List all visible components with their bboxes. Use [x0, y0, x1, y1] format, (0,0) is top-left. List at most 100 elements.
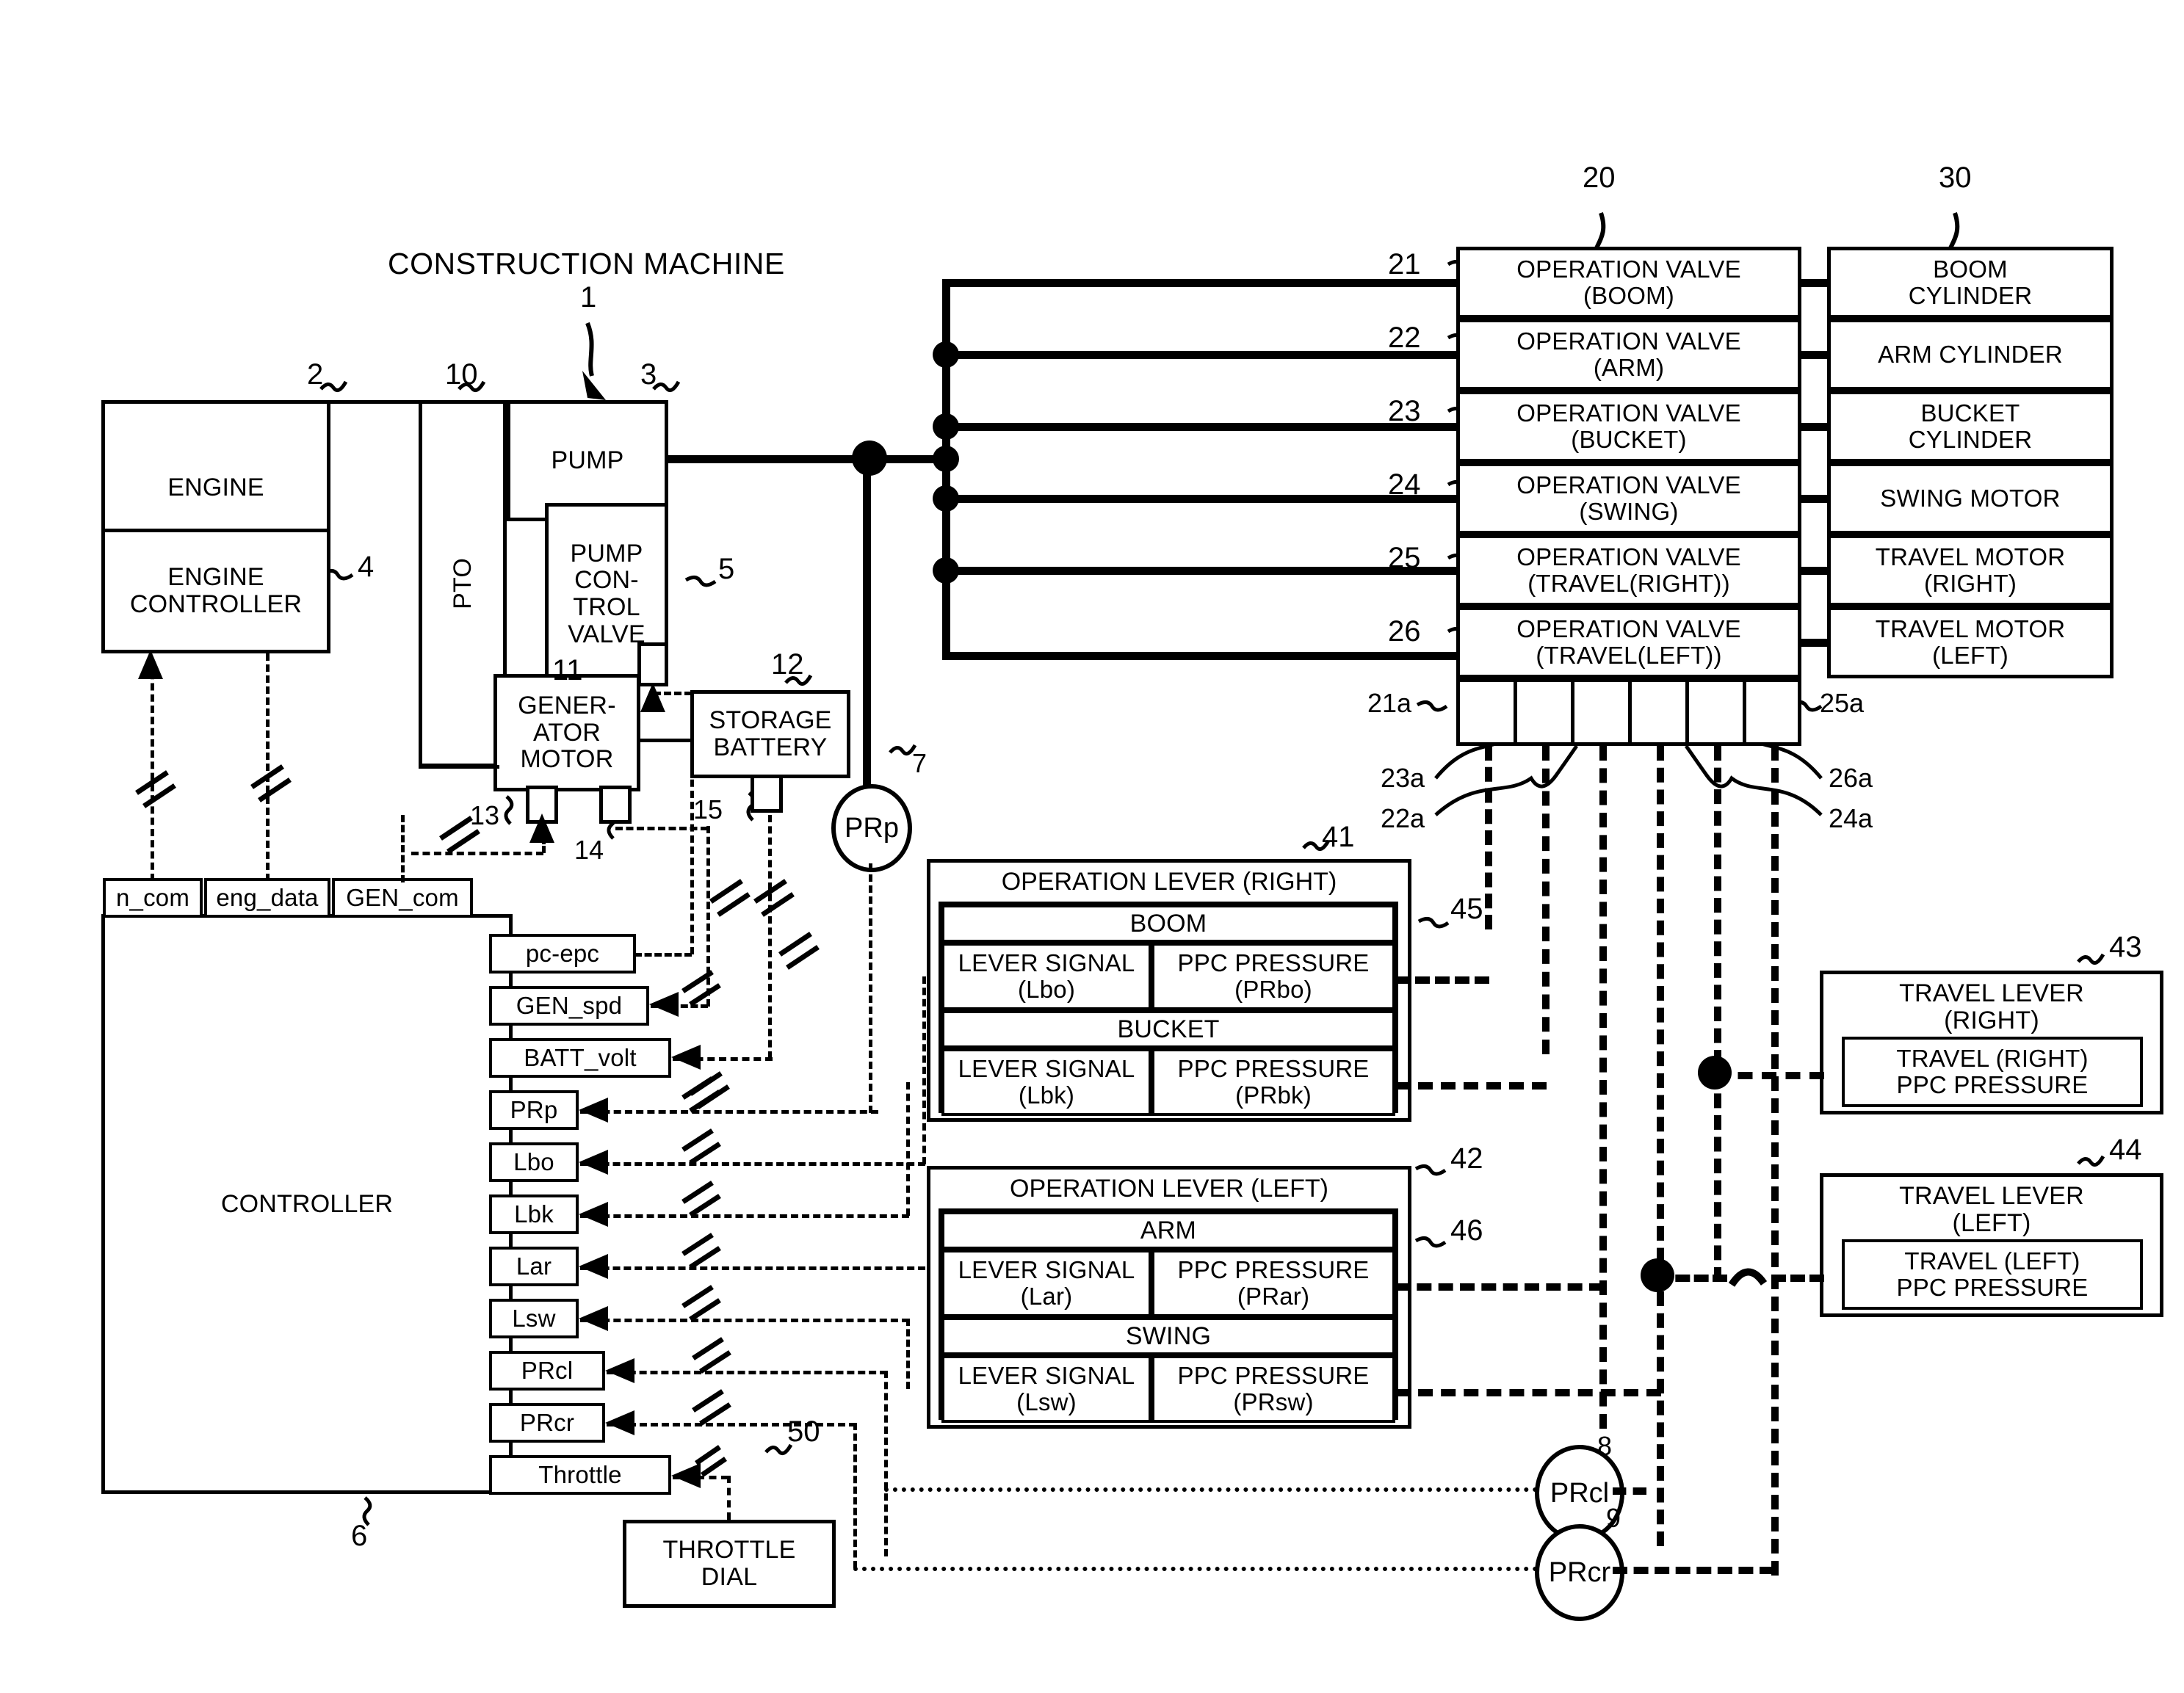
ref-43: 43: [2109, 931, 2142, 963]
controller-port-prp[interactable]: PRp: [489, 1090, 579, 1130]
bus-dot-swing: [933, 485, 959, 512]
pcv-label-line4: VALVE: [568, 620, 646, 648]
controller-port-batt_volt-label: BATT_volt: [524, 1044, 637, 1072]
sig-pcepc-h: [634, 953, 692, 957]
controller-port-batt_volt[interactable]: BATT_volt: [489, 1038, 671, 1078]
controller-port-n_com[interactable]: n_com: [103, 878, 203, 918]
pto-genmotor-join: [419, 765, 499, 769]
feed-line-bucket: [942, 423, 1460, 431]
feed-line-boom: [942, 279, 1460, 287]
controller-port-prcr[interactable]: PRcr: [489, 1403, 605, 1443]
lever-left-arm-ppc: PPC PRESSURE (PRar): [1151, 1250, 1395, 1317]
controller-port-gen_spd[interactable]: GEN_spd: [489, 986, 649, 1026]
pilot-arm-h: [1395, 1283, 1604, 1291]
pcv-label-line3: TROL: [573, 593, 640, 621]
operation-valve-swing: OPERATION VALVE (SWING): [1456, 463, 1801, 534]
throttle-dial-line1: THROTTLE: [662, 1536, 796, 1565]
valve-travel-right-line2: (TRAVEL(RIGHT)): [1527, 570, 1730, 597]
gen-motor-port-13: [526, 786, 558, 824]
valve-travel-right-line1: OPERATION VALVE: [1516, 543, 1741, 571]
conn-valve-actuator-6: [1798, 639, 1831, 647]
throttle-dial-line2: DIAL: [701, 1563, 758, 1591]
valve-arm-line1: OPERATION VALVE: [1516, 327, 1741, 355]
controller-port-eng_data[interactable]: eng_data: [204, 878, 330, 918]
controller-port-lsw[interactable]: Lsw: [489, 1299, 579, 1338]
travel-lever-right-ppc-l1: TRAVEL (RIGHT): [1896, 1045, 2089, 1073]
feed-line-arm: [942, 351, 1460, 359]
pcv-label-line1: PUMP: [570, 539, 643, 568]
pilot-prcl-h: [1613, 1487, 1646, 1495]
lever-right-bucket-ls-l2: (Lbk): [1018, 1081, 1075, 1109]
battery-line2: BATTERY: [713, 733, 828, 761]
lever-left-arm-ppc-l1: PPC PRESSURE: [1177, 1256, 1370, 1284]
controller-port-lar[interactable]: Lar: [489, 1247, 579, 1286]
conn-valve-actuator-1: [1798, 279, 1831, 287]
controller-port-lsw-label: Lsw: [512, 1305, 556, 1333]
sig-pcepc-top-h: [654, 692, 692, 695]
sig-throttle-v: [727, 1476, 731, 1520]
lever-left-swing-lever-signal: LEVER SIGNAL (Lsw): [941, 1355, 1151, 1423]
controller-port-lbk[interactable]: Lbk: [489, 1194, 579, 1234]
lever-left-swing-ppc-l2: (PRsw): [1233, 1388, 1314, 1415]
actuator-travel-right-line1: TRAVEL MOTOR: [1875, 543, 2066, 571]
sig-lsw-h: [580, 1319, 909, 1322]
controller-port-throttle[interactable]: Throttle: [489, 1455, 671, 1495]
manifold-bus-ext: [942, 650, 950, 655]
pilot-boom-h: [1395, 976, 1489, 984]
controller-port-eng_data-label: eng_data: [216, 884, 319, 912]
lever-left-swing-ppc-l1: PPC PRESSURE: [1177, 1362, 1370, 1390]
lever-right-bucket-ls-l1: LEVER SIGNAL: [958, 1055, 1135, 1083]
controller-port-prcl-label: PRcl: [521, 1357, 574, 1385]
valve-travel-left-line2: (TRAVEL(LEFT)): [1536, 642, 1722, 669]
operation-lever-right-title: OPERATION LEVER (RIGHT): [1001, 867, 1337, 896]
controller-port-prcl[interactable]: PRcl: [489, 1351, 605, 1391]
prp-label: PRp: [845, 812, 899, 844]
sig-lsw-v: [906, 1319, 910, 1389]
operation-valve-arm: OPERATION VALVE (ARM): [1456, 319, 1801, 391]
valve-bucket-line2: (BUCKET): [1571, 426, 1687, 453]
lever-left-swing-ls-l2: (Lsw): [1016, 1388, 1077, 1415]
controller-port-gen_com[interactable]: GEN_com: [332, 878, 473, 918]
ref-22a: 22a: [1381, 803, 1425, 833]
valve-boom-line1: OPERATION VALVE: [1516, 255, 1741, 283]
ref-26a: 26a: [1829, 763, 1873, 793]
port-divider-5: [1743, 680, 1746, 744]
travel-lever-left-ppc-l1: TRAVEL (LEFT): [1904, 1247, 2080, 1275]
ref-26: 26: [1388, 615, 1421, 648]
ref-24a: 24a: [1829, 803, 1873, 833]
lever-right-boom-name: BOOM: [1129, 909, 1207, 938]
ref-12: 12: [771, 648, 804, 681]
travel-lever-left-title-l2: (LEFT): [1952, 1208, 2031, 1237]
ref-20: 20: [1583, 162, 1616, 194]
prcr-sensor: PRcr: [1535, 1524, 1624, 1621]
port-divider-2: [1571, 680, 1574, 744]
actuator-travel-left-line1: TRAVEL MOTOR: [1875, 615, 2066, 643]
actuator-travel-left-line2: (LEFT): [1932, 642, 2008, 669]
pilot-travel-left-h-right: [1771, 1275, 1824, 1282]
throttle-dial-block[interactable]: THROTTLE DIAL: [623, 1520, 836, 1608]
lever-right-bucket-ppc: PPC PRESSURE (PRbk): [1151, 1048, 1395, 1116]
valve-swing-line1: OPERATION VALVE: [1516, 471, 1741, 499]
lever-right-boom-ls-l2: (Lbo): [1017, 976, 1076, 1003]
controller-port-pc-epc[interactable]: pc-epc: [489, 934, 636, 974]
actuator-bucket-line1: BUCKET: [1920, 399, 2020, 427]
pilot-bucket-h: [1395, 1082, 1547, 1090]
ref-30: 30: [1939, 162, 1972, 194]
patent-figure: CONSTRUCTION MACHINE 1 ENGINE ENGINE CON…: [0, 0, 2184, 1693]
battery-port-15: [751, 775, 783, 813]
pto-label: PTO: [448, 558, 477, 609]
sig-n_com-v: [151, 661, 154, 881]
engine-controller-label-line2: CONTROLLER: [129, 590, 303, 618]
valve-travel-left-line1: OPERATION VALVE: [1516, 615, 1741, 643]
prcr-label: PRcr: [1548, 1556, 1611, 1588]
sig-lbo-h: [580, 1162, 925, 1166]
pilot-node-travel-left: [1641, 1258, 1674, 1292]
prcl-label: PRcl: [1550, 1477, 1610, 1509]
controller-port-gen_spd-label: GEN_spd: [516, 992, 623, 1020]
controller-port-lbo[interactable]: Lbo: [489, 1142, 579, 1182]
sig-lbk-v: [906, 1082, 910, 1216]
sig-gencom-h: [411, 852, 543, 855]
ref-4: 4: [358, 551, 375, 583]
controller-port-throttle-label: Throttle: [538, 1461, 622, 1489]
feed-line-travel-right: [942, 567, 1460, 575]
